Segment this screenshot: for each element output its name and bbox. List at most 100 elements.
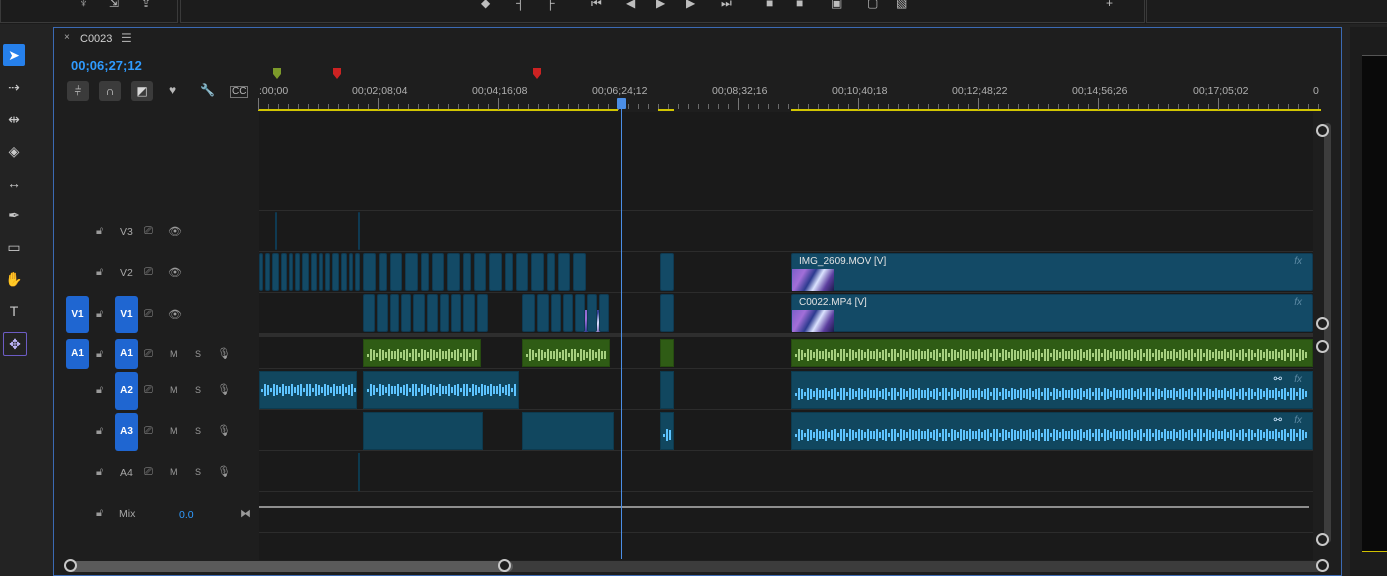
v2-clip[interactable]	[516, 253, 528, 291]
scroll-knob-top[interactable]	[1316, 340, 1329, 353]
v1-clip[interactable]	[363, 294, 375, 332]
captions-icon[interactable]: CC	[230, 86, 249, 98]
v2-clip[interactable]	[281, 253, 287, 291]
v1-clip[interactable]	[537, 294, 549, 332]
time-ruler[interactable]: :00;00 00;02;08;04 00;04;16;08 00;06;24;…	[258, 68, 1323, 112]
v2-clip[interactable]	[531, 253, 544, 291]
solo-button[interactable]: S	[195, 349, 201, 359]
v2-clip[interactable]	[489, 253, 502, 291]
extract-icon[interactable]: ■	[796, 0, 803, 10]
v2-clip[interactable]	[341, 253, 347, 291]
mute-button[interactable]: M	[170, 349, 178, 359]
source-patch-v1[interactable]: V1	[66, 296, 89, 333]
add-marker-icon[interactable]: ◆	[481, 0, 490, 10]
step-forward-icon[interactable]: ▶	[686, 0, 695, 10]
v2-clip[interactable]	[363, 253, 376, 291]
razor-icon[interactable]: ◈	[3, 140, 25, 162]
proxy-toggle-icon[interactable]: ▧	[896, 0, 907, 10]
v2-clip[interactable]	[379, 253, 387, 291]
slip-icon[interactable]: ↔	[3, 172, 25, 194]
lock-icon[interactable]: 🔓︎	[96, 348, 103, 361]
v2-clip[interactable]	[302, 253, 309, 291]
linked-selection-icon[interactable]: ◩	[131, 81, 153, 101]
v2-main-clip[interactable]: IMG_2609.MOV [V] fx	[791, 253, 1313, 291]
zoom-knob-end[interactable]	[1316, 559, 1329, 572]
v2-clip[interactable]	[259, 253, 263, 291]
mix-volume-value[interactable]: 0.0	[179, 509, 194, 521]
a3-clip[interactable]	[363, 412, 483, 450]
comparison-view-icon[interactable]: ▢	[867, 0, 878, 10]
add-marker-icon[interactable]: ♥	[169, 83, 176, 97]
sync-lock-icon[interactable]: ⎚	[144, 348, 153, 361]
track-target-a2[interactable]: A2	[115, 372, 138, 410]
v1-clip[interactable]	[660, 294, 674, 332]
mute-button[interactable]: M	[170, 467, 178, 477]
v2-clip[interactable]	[421, 253, 429, 291]
lock-icon[interactable]: 🔓︎	[96, 308, 103, 321]
v2-clip[interactable]	[573, 253, 586, 291]
export-frame-icon[interactable]: ⇪	[141, 0, 151, 10]
lock-icon[interactable]: 🔓︎	[96, 507, 103, 520]
horizontal-scrollbar[interactable]	[67, 561, 1322, 572]
wrench-icon[interactable]: 🔧	[200, 83, 215, 97]
go-to-in-icon[interactable]: ⏮	[591, 0, 602, 11]
v1-clip[interactable]	[413, 294, 425, 332]
vertical-scrollbar[interactable]	[1324, 123, 1331, 543]
v1-clip[interactable]	[522, 294, 535, 332]
export-frame-icon[interactable]: ▣	[831, 0, 842, 10]
lift-icon[interactable]: ■	[766, 0, 773, 10]
play-icon[interactable]: ▶	[656, 0, 665, 10]
mic-icon[interactable]: 🎙︎	[217, 383, 231, 396]
v2-clip[interactable]	[332, 253, 339, 291]
track-target-a3[interactable]: A3	[115, 413, 138, 451]
v1-clip[interactable]	[599, 294, 609, 332]
sync-lock-icon[interactable]: ⎚	[144, 225, 153, 238]
solo-button[interactable]: S	[195, 426, 201, 436]
step-back-icon[interactable]: ◀	[626, 0, 635, 10]
lock-icon[interactable]: 🔓︎	[96, 425, 103, 438]
v2-clip[interactable]	[660, 253, 674, 291]
solo-button[interactable]: S	[195, 385, 201, 395]
v2-clip[interactable]	[289, 253, 293, 291]
marker-red-icon[interactable]	[333, 68, 341, 80]
v2-clip[interactable]	[295, 253, 300, 291]
v1-clip[interactable]	[587, 294, 597, 332]
insert-icon[interactable]: ⇲	[109, 0, 119, 10]
sync-lock-icon[interactable]: ⎚	[144, 384, 153, 397]
playhead-handle[interactable]	[617, 98, 626, 109]
v2-clip[interactable]	[319, 253, 323, 291]
v2-clip[interactable]	[505, 253, 513, 291]
type-icon[interactable]: T	[3, 300, 25, 322]
mute-button[interactable]: M	[170, 385, 178, 395]
mic-icon[interactable]: 🎙︎	[217, 424, 231, 437]
solo-button[interactable]: S	[195, 467, 201, 477]
a4-clip[interactable]	[358, 453, 360, 491]
playhead-line[interactable]	[621, 100, 622, 559]
marker-green-icon[interactable]	[273, 68, 281, 80]
mix-volume-line[interactable]	[259, 506, 1309, 508]
insert-sequence-nested-icon[interactable]: ⫩	[67, 81, 89, 101]
v2-clip[interactable]	[311, 253, 317, 291]
close-icon[interactable]: ×	[64, 32, 70, 43]
rectangle-icon[interactable]: ▭	[3, 236, 25, 258]
program-monitor-frame[interactable]	[1362, 55, 1387, 552]
v1-clip[interactable]	[390, 294, 399, 332]
mic-icon[interactable]: 🎙︎	[217, 347, 231, 360]
sync-lock-icon[interactable]: ⎚	[144, 466, 153, 479]
v2-clip[interactable]	[355, 253, 360, 291]
mic-icon[interactable]: 🎙︎	[217, 465, 231, 478]
v1-clip[interactable]	[477, 294, 488, 332]
eye-icon[interactable]: 👁︎	[168, 308, 182, 321]
v2-clip[interactable]	[405, 253, 418, 291]
scroll-knob-bottom[interactable]	[1316, 317, 1329, 330]
a3-clip[interactable]	[522, 412, 614, 450]
pen-icon[interactable]: ✒	[3, 204, 25, 226]
a2-clip[interactable]	[660, 371, 674, 409]
scroll-knob-top[interactable]	[1316, 124, 1329, 137]
zoom-knob-right[interactable]	[498, 559, 511, 572]
eye-icon[interactable]: 👁︎	[168, 266, 182, 279]
lock-icon[interactable]: 🔓︎	[96, 384, 103, 397]
sequence-tab-title[interactable]: C0023	[80, 33, 112, 45]
v1-clip[interactable]	[563, 294, 573, 332]
v1-clip[interactable]	[575, 294, 585, 332]
